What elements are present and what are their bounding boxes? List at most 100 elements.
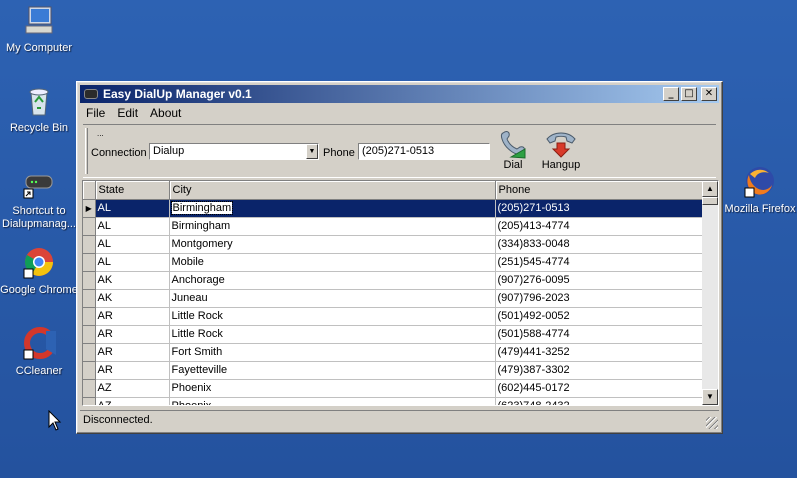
table-row[interactable]: ▶ AL Birmingham (205)271-0513 bbox=[83, 199, 705, 218]
cell-state[interactable]: AR bbox=[95, 325, 170, 344]
toolbar-grip[interactable] bbox=[85, 128, 88, 174]
easy-dialup-manager-window[interactable]: Easy DialUp Manager v0.1 _ □ ✕ File Edit… bbox=[76, 81, 723, 434]
cell-city[interactable]: Little Rock bbox=[169, 325, 496, 344]
menu-about[interactable]: About bbox=[144, 106, 187, 120]
cell-state[interactable]: AR bbox=[95, 361, 170, 380]
cell-city[interactable]: Mobile bbox=[169, 253, 496, 272]
scroll-down-button[interactable]: ▼ bbox=[702, 389, 718, 405]
table-row[interactable]: AZ Phoenix (602)445-0172 bbox=[83, 379, 705, 398]
cell-state[interactable]: AR bbox=[95, 307, 170, 326]
cell-phone[interactable]: (205)271-0513 bbox=[495, 199, 705, 218]
cell-phone[interactable]: (479)441-3252 bbox=[495, 343, 705, 362]
cell-state[interactable]: AL bbox=[95, 217, 170, 236]
cell-state[interactable]: AZ bbox=[95, 379, 170, 398]
row-indicator[interactable] bbox=[83, 271, 96, 290]
column-header-state[interactable]: State bbox=[95, 181, 170, 200]
row-indicator[interactable] bbox=[83, 361, 96, 380]
cell-phone[interactable]: (602)445-0172 bbox=[495, 379, 705, 398]
column-header-city[interactable]: City bbox=[169, 181, 496, 200]
cell-phone[interactable]: (334)833-0048 bbox=[495, 235, 705, 254]
cell-phone-text: (602)445-0172 bbox=[497, 382, 570, 394]
cell-phone[interactable]: (479)387-3302 bbox=[495, 361, 705, 380]
cell-city[interactable]: Birmingham bbox=[169, 199, 496, 218]
cell-state[interactable]: AL bbox=[95, 253, 170, 272]
table-row[interactable]: AR Little Rock (501)588-4774 bbox=[83, 325, 705, 344]
scroll-thumb[interactable] bbox=[702, 197, 718, 205]
cell-city[interactable]: Birmingham bbox=[169, 217, 496, 236]
desktop-icon-recycle-bin[interactable]: Recycle Bin bbox=[0, 84, 78, 135]
desktop-icon-my-computer[interactable]: My Computer bbox=[0, 4, 78, 55]
table-row[interactable]: AR Fayetteville (479)387-3302 bbox=[83, 361, 705, 380]
row-indicator[interactable] bbox=[83, 289, 96, 308]
cell-city[interactable]: Anchorage bbox=[169, 271, 496, 290]
connection-select[interactable]: Dialup ▼ bbox=[149, 143, 319, 160]
cell-phone[interactable]: (205)413-4774 bbox=[495, 217, 705, 236]
chevron-down-icon[interactable]: ▼ bbox=[306, 144, 318, 159]
table-row[interactable]: AR Fort Smith (479)441-3252 bbox=[83, 343, 705, 362]
row-indicator[interactable] bbox=[83, 379, 96, 398]
desktop-icon-mozilla-firefox[interactable]: Mozilla Firefox bbox=[720, 165, 797, 216]
cell-city[interactable]: Phoenix bbox=[169, 397, 496, 405]
cell-city[interactable]: Fayetteville bbox=[169, 361, 496, 380]
menu-file[interactable]: File bbox=[80, 106, 111, 120]
cell-phone[interactable]: (501)588-4774 bbox=[495, 325, 705, 344]
cell-phone[interactable]: (907)796-2023 bbox=[495, 289, 705, 308]
cell-state[interactable]: AL bbox=[95, 199, 170, 218]
row-indicator[interactable] bbox=[83, 253, 96, 272]
cell-city-text: Little Rock bbox=[171, 310, 223, 322]
row-indicator[interactable] bbox=[83, 325, 96, 344]
cell-city[interactable]: Little Rock bbox=[169, 307, 496, 326]
cell-city-text: Anchorage bbox=[171, 274, 225, 286]
menu-bar: File Edit About bbox=[80, 104, 719, 122]
hangup-label: Hangup bbox=[541, 159, 581, 171]
cell-state[interactable]: AK bbox=[95, 289, 170, 308]
cell-phone[interactable]: (907)276-0095 bbox=[495, 271, 705, 290]
desktop-icon-dialup-shortcut[interactable]: Shortcut to Dialupmanag... bbox=[0, 167, 78, 231]
numbers-grid[interactable]: State City Phone ▶ AL Birmingham (205)271-0… bbox=[82, 180, 719, 406]
menu-edit[interactable]: Edit bbox=[111, 106, 144, 120]
cell-state[interactable]: AL bbox=[95, 235, 170, 254]
cell-phone[interactable]: (501)492-0052 bbox=[495, 307, 705, 326]
cell-phone[interactable]: (623)748-2432 bbox=[495, 397, 705, 406]
cell-city[interactable]: Juneau bbox=[169, 289, 496, 308]
row-indicator[interactable] bbox=[83, 397, 96, 405]
vertical-scrollbar[interactable]: ▲ ▼ bbox=[702, 181, 718, 405]
cell-city-text: Little Rock bbox=[171, 328, 223, 340]
table-row[interactable]: AR Little Rock (501)492-0052 bbox=[83, 307, 705, 326]
header-indicator bbox=[83, 181, 96, 200]
resize-grip[interactable] bbox=[706, 417, 718, 429]
column-header-phone[interactable]: Phone bbox=[495, 181, 705, 200]
title-bar[interactable]: Easy DialUp Manager v0.1 _ □ ✕ bbox=[80, 85, 719, 103]
row-indicator[interactable] bbox=[83, 217, 96, 236]
cell-state[interactable]: AZ bbox=[95, 397, 170, 405]
dial-button[interactable]: Dial bbox=[489, 127, 537, 175]
desktop-icon-label: CCleaner bbox=[15, 365, 63, 377]
cell-city[interactable]: Fort Smith bbox=[169, 343, 496, 362]
row-indicator[interactable] bbox=[83, 235, 96, 254]
table-row[interactable]: AL Montgomery (334)833-0048 bbox=[83, 235, 705, 254]
phone-input[interactable]: (205)271-0513 bbox=[358, 143, 490, 160]
maximize-button[interactable]: □ bbox=[681, 87, 697, 101]
hangup-button[interactable]: Hangup bbox=[537, 127, 585, 175]
row-indicator[interactable] bbox=[83, 307, 96, 326]
desktop-icon-ccleaner[interactable]: CCleaner bbox=[0, 327, 78, 378]
table-row[interactable]: AK Anchorage (907)276-0095 bbox=[83, 271, 705, 290]
scroll-up-button[interactable]: ▲ bbox=[702, 181, 718, 197]
cell-state-text: AR bbox=[97, 328, 113, 340]
desktop-icon-google-chrome[interactable]: Google Chrome bbox=[0, 246, 78, 297]
table-row[interactable]: AL Mobile (251)545-4774 bbox=[83, 253, 705, 272]
cell-phone[interactable]: (251)545-4774 bbox=[495, 253, 705, 272]
row-indicator[interactable] bbox=[83, 343, 96, 362]
desktop-icon-label: Mozilla Firefox bbox=[724, 203, 796, 215]
cell-state[interactable]: AR bbox=[95, 343, 170, 362]
cell-state[interactable]: AK bbox=[95, 271, 170, 290]
cell-phone-text: (623)748-2432 bbox=[497, 400, 570, 406]
cell-city[interactable]: Montgomery bbox=[169, 235, 496, 254]
current-row-indicator-icon[interactable]: ▶ bbox=[83, 199, 96, 218]
table-row[interactable]: AZ Phoenix (623)748-2432 bbox=[83, 397, 705, 406]
close-button[interactable]: ✕ bbox=[701, 87, 717, 101]
table-row[interactable]: AL Birmingham (205)413-4774 bbox=[83, 217, 705, 236]
minimize-button[interactable]: _ bbox=[663, 87, 679, 101]
cell-city[interactable]: Phoenix bbox=[169, 379, 496, 398]
table-row[interactable]: AK Juneau (907)796-2023 bbox=[83, 289, 705, 308]
